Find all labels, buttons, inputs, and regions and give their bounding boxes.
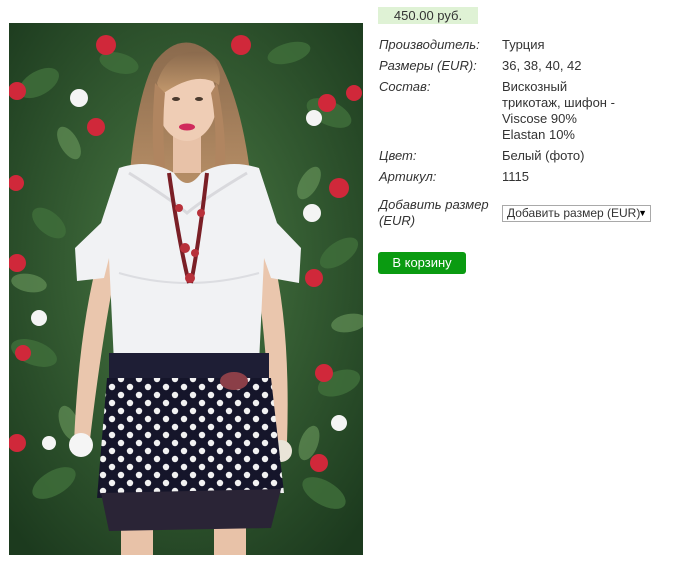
spec-row-manufacturer: Производитель: Турция <box>379 37 679 58</box>
spec-label: Состав: <box>379 79 431 94</box>
product-specs: Производитель: Турция Размеры (EUR): 36,… <box>379 37 679 229</box>
size-select-value: Добавить размер (EUR) <box>507 206 641 220</box>
spec-value: Вискозный трикотаж, шифон - Viscose 90% … <box>502 79 615 142</box>
spec-value: Турция <box>502 37 545 52</box>
product-photo-illustration <box>9 23 363 555</box>
spec-label: Размеры (EUR): <box>379 58 477 73</box>
size-select[interactable]: Добавить размер (EUR) ▼ <box>502 205 651 222</box>
add-to-cart-button[interactable]: В корзину <box>378 252 466 274</box>
product-photo[interactable] <box>9 23 363 555</box>
dropdown-arrow-icon: ▼ <box>638 208 647 218</box>
spec-row-color: Цвет: Белый (фото) <box>379 148 679 169</box>
spec-row-sizes: Размеры (EUR): 36, 38, 40, 42 <box>379 58 679 79</box>
spec-label: Цвет: <box>379 148 417 163</box>
price-badge: 450.00 руб. <box>378 7 478 24</box>
spec-label: Производитель: <box>379 37 480 52</box>
spec-row-article: Артикул: 1115 <box>379 169 679 197</box>
spec-value: 36, 38, 40, 42 <box>502 58 582 73</box>
spec-value: Белый (фото) <box>502 148 585 163</box>
spec-value: 1115 <box>502 169 529 184</box>
spec-row-composition: Состав: Вискозный трикотаж, шифон - Visc… <box>379 79 679 148</box>
spec-label: Артикул: <box>379 169 437 184</box>
add-size-label: Добавить размер (EUR) <box>379 197 489 228</box>
